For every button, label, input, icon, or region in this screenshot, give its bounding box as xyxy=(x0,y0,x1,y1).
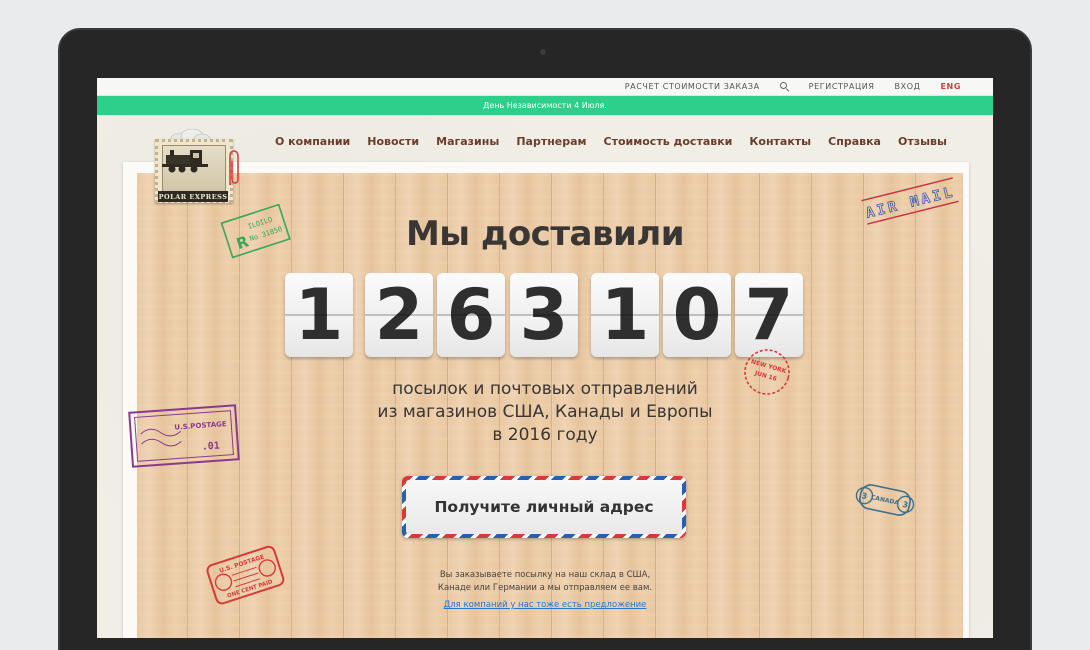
nav-item-shipping-cost[interactable]: Стоимость доставки xyxy=(604,135,733,148)
login-link[interactable]: Вход xyxy=(895,82,921,91)
us-postage-text: U.S.POSTAGE xyxy=(174,420,227,432)
logo[interactable]: POLAR EXPRESS xyxy=(152,129,239,205)
nav-item-help[interactable]: Справка xyxy=(828,135,881,148)
nav-item-partners[interactable]: Партнерам xyxy=(516,135,586,148)
canada-text: CANADA xyxy=(870,494,900,507)
search-icon[interactable] xyxy=(779,82,789,91)
paperclip-icon xyxy=(229,150,239,185)
main-nav: О компании Новости Магазины Партнерам Ст… xyxy=(275,135,947,148)
laptop-camera xyxy=(540,49,546,55)
hero-sub-line1: посылок и почтовых отправлений xyxy=(392,379,698,399)
logo-brand-text: POLAR EXPRESS xyxy=(158,191,228,202)
get-address-label: Получите личный адрес xyxy=(406,480,682,534)
us-postage-value: .01 xyxy=(201,441,220,453)
announcement-bar[interactable]: День Независимости 4 Июля. xyxy=(97,96,993,115)
canada-postmark-icon: CANADA 3 3 xyxy=(855,484,915,516)
airmail-stamp-icon: AIR MAIL xyxy=(861,177,959,225)
airmail-text: AIR MAIL xyxy=(864,184,957,222)
delivery-counter: 1 2 6 3 1 0 7 xyxy=(285,273,805,357)
nav-item-about[interactable]: О компании xyxy=(275,135,350,148)
us-postage-stamp-icon: U.S.POSTAGE .01 xyxy=(128,404,240,468)
locomotive-icon xyxy=(162,150,208,173)
nav-item-reviews[interactable]: Отзывы xyxy=(898,135,947,148)
utility-bar: Расчет стоимости заказа Регистрация Вход… xyxy=(97,78,993,96)
counter-digit: 0 xyxy=(663,273,731,357)
register-link[interactable]: Регистрация xyxy=(809,82,875,91)
counter-digit: 6 xyxy=(437,273,505,357)
lang-switch-eng[interactable]: ENG xyxy=(940,82,961,91)
red-postage-stamp-icon: U.S. POSTAGE ONE CENT PAID xyxy=(206,545,285,605)
website-screen: Расчет стоимости заказа Регистрация Вход… xyxy=(97,78,993,638)
announcement-text: День Независимости 4 Июля. xyxy=(483,101,607,110)
nav-item-contacts[interactable]: Контакты xyxy=(749,135,811,148)
nav-item-news[interactable]: Новости xyxy=(367,135,419,148)
canada-value-left: 3 xyxy=(861,491,868,501)
get-address-button[interactable]: Получите личный адрес xyxy=(402,476,686,538)
calc-cost-link[interactable]: Расчет стоимости заказа xyxy=(625,82,760,91)
counter-digit: 2 xyxy=(365,273,433,357)
new-york-postmark-icon: NEW YORK JUN 16 xyxy=(744,349,790,395)
nav-item-stores[interactable]: Магазины xyxy=(436,135,499,148)
green-postmark-icon: R ILOILO No 31850 xyxy=(220,203,291,259)
counter-digit: 1 xyxy=(285,273,353,357)
counter-digit: 3 xyxy=(510,273,578,357)
counter-digit: 1 xyxy=(591,273,659,357)
